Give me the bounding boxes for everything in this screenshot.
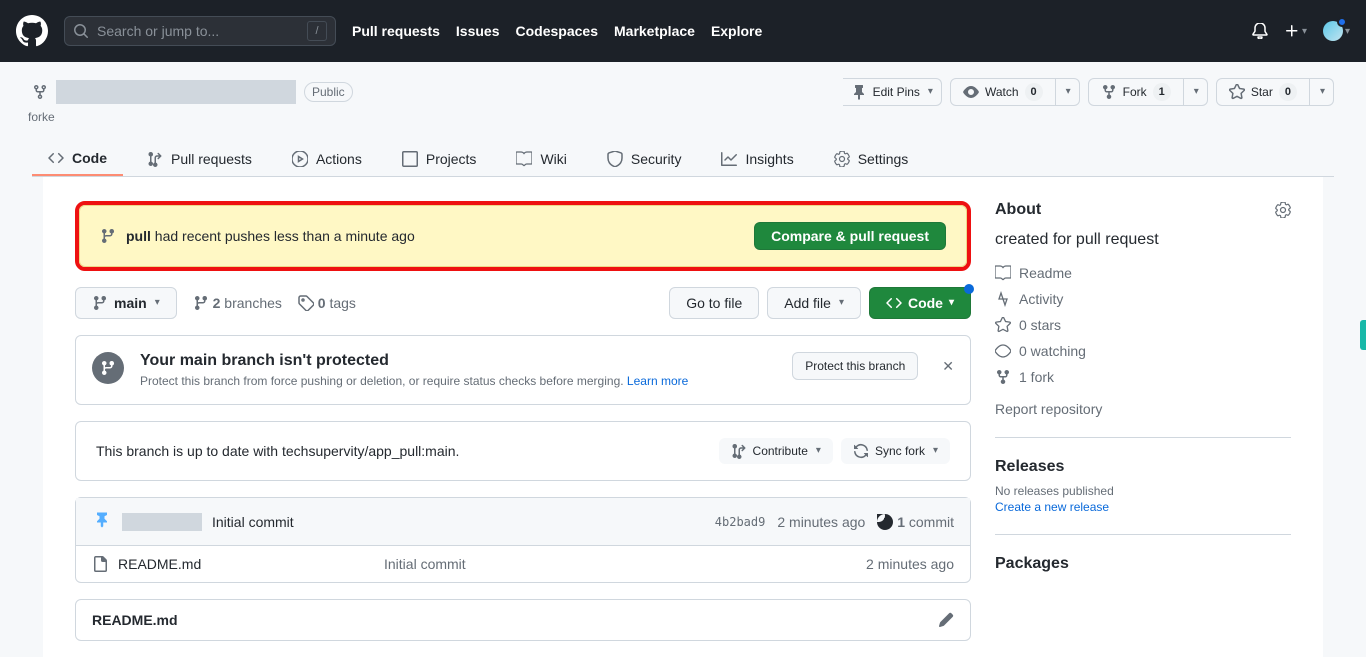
file-icon xyxy=(92,556,108,572)
report-repository-link[interactable]: Report repository xyxy=(995,401,1291,417)
author-avatar-icon xyxy=(92,510,112,533)
star-button[interactable]: Star 0 xyxy=(1216,78,1310,106)
tab-projects[interactable]: Projects xyxy=(386,142,493,176)
search-placeholder: Search or jump to... xyxy=(97,23,219,39)
github-logo[interactable] xyxy=(16,15,48,47)
latest-commit-message[interactable]: Initial commit xyxy=(212,514,294,530)
tab-pull-requests[interactable]: Pull requests xyxy=(131,142,268,176)
watching-link[interactable]: 0 watching xyxy=(995,343,1291,359)
file-commit-time: 2 minutes ago xyxy=(866,556,954,572)
tab-insights[interactable]: Insights xyxy=(705,142,809,176)
tab-code[interactable]: Code xyxy=(32,142,123,176)
branch-switcher[interactable]: main ▾ xyxy=(75,287,177,319)
sync-status-box: This branch is up to date with techsuper… xyxy=(75,421,971,481)
forks-link[interactable]: 1 fork xyxy=(995,369,1291,385)
search-input[interactable]: Search or jump to... / xyxy=(64,16,336,46)
banner-text: pull had recent pushes less than a minut… xyxy=(126,228,415,244)
nav-marketplace[interactable]: Marketplace xyxy=(614,23,695,39)
branch-icon xyxy=(100,228,116,244)
readme-link[interactable]: Readme xyxy=(995,265,1291,281)
nav-pull-requests[interactable]: Pull requests xyxy=(352,23,440,39)
tab-settings[interactable]: Settings xyxy=(818,142,925,176)
protect-branch-box: Your main branch isn't protected Protect… xyxy=(75,335,971,405)
stars-link[interactable]: 0 stars xyxy=(995,317,1291,333)
star-dropdown[interactable]: ▾ xyxy=(1310,78,1334,106)
tab-security[interactable]: Security xyxy=(591,142,698,176)
sync-fork-button[interactable]: Sync fork ▾ xyxy=(841,438,950,464)
fork-dropdown[interactable]: ▾ xyxy=(1184,78,1208,106)
about-heading: About xyxy=(995,201,1041,219)
forked-from-label: forke xyxy=(28,110,1334,124)
releases-heading: Releases xyxy=(995,458,1291,476)
commits-count-link[interactable]: 1 commit xyxy=(877,514,954,530)
no-releases-text: No releases published xyxy=(995,484,1291,498)
slash-key-hint: / xyxy=(307,21,327,41)
compare-pr-banner-highlight: pull had recent pushes less than a minut… xyxy=(75,201,971,271)
tags-link[interactable]: 0 tags xyxy=(298,295,356,311)
file-commit-msg[interactable]: Initial commit xyxy=(384,556,854,572)
branches-link[interactable]: 2 branches xyxy=(193,295,282,311)
repo-name[interactable] xyxy=(56,80,296,104)
watch-button[interactable]: Watch 0 xyxy=(950,78,1056,106)
create-release-link[interactable]: Create a new release xyxy=(995,500,1109,514)
file-row[interactable]: README.md Initial commit 2 minutes ago xyxy=(76,546,970,582)
about-settings-icon[interactable] xyxy=(1275,201,1291,219)
dismiss-protect-button[interactable]: ✕ xyxy=(942,352,954,375)
learn-more-link[interactable]: Learn more xyxy=(627,374,688,388)
edit-readme-button[interactable] xyxy=(938,612,954,628)
create-new-dropdown[interactable]: ▾ xyxy=(1284,23,1307,39)
packages-heading: Packages xyxy=(995,555,1291,573)
fork-button[interactable]: Fork 1 xyxy=(1088,78,1184,106)
side-extension-tab[interactable] xyxy=(1360,320,1366,350)
about-description: created for pull request xyxy=(995,231,1291,249)
visibility-badge: Public xyxy=(304,82,353,102)
activity-link[interactable]: Activity xyxy=(995,291,1291,307)
compare-pull-request-button[interactable]: Compare & pull request xyxy=(754,222,946,250)
global-header: Search or jump to... / Pull requests Iss… xyxy=(0,0,1366,62)
nav-issues[interactable]: Issues xyxy=(456,23,500,39)
shield-branch-icon xyxy=(92,352,124,384)
protect-title: Your main branch isn't protected xyxy=(140,352,776,370)
add-file-button[interactable]: Add file ▾ xyxy=(767,287,861,319)
readme-box: README.md xyxy=(75,599,971,641)
contribute-button[interactable]: Contribute ▾ xyxy=(719,438,833,464)
notifications-icon[interactable] xyxy=(1252,23,1268,39)
watch-dropdown[interactable]: ▾ xyxy=(1056,78,1080,106)
global-nav: Pull requests Issues Codespaces Marketpl… xyxy=(352,23,762,39)
edit-pins-button[interactable]: Edit Pins ▾ xyxy=(843,78,942,106)
readme-title: README.md xyxy=(92,612,178,628)
commit-time: 2 minutes ago xyxy=(777,514,865,530)
protect-branch-button[interactable]: Protect this branch xyxy=(792,352,918,380)
file-listing-box: Initial commit 4b2bad9 2 minutes ago 1 c… xyxy=(75,497,971,583)
fork-icon xyxy=(32,84,48,100)
tab-actions[interactable]: Actions xyxy=(276,142,378,176)
file-name[interactable]: README.md xyxy=(118,556,201,572)
nav-codespaces[interactable]: Codespaces xyxy=(516,23,598,39)
commit-author[interactable] xyxy=(122,513,202,531)
nav-explore[interactable]: Explore xyxy=(711,23,762,39)
commit-hash[interactable]: 4b2bad9 xyxy=(715,515,766,529)
tab-wiki[interactable]: Wiki xyxy=(500,142,582,176)
code-dropdown-button[interactable]: Code ▾ xyxy=(869,287,971,319)
sync-status-text: This branch is up to date with techsuper… xyxy=(96,443,459,459)
repo-tabs: Code Pull requests Actions Projects Wiki… xyxy=(32,142,1334,177)
user-avatar-menu[interactable]: ▾ xyxy=(1323,21,1350,41)
go-to-file-button[interactable]: Go to file xyxy=(669,287,759,319)
